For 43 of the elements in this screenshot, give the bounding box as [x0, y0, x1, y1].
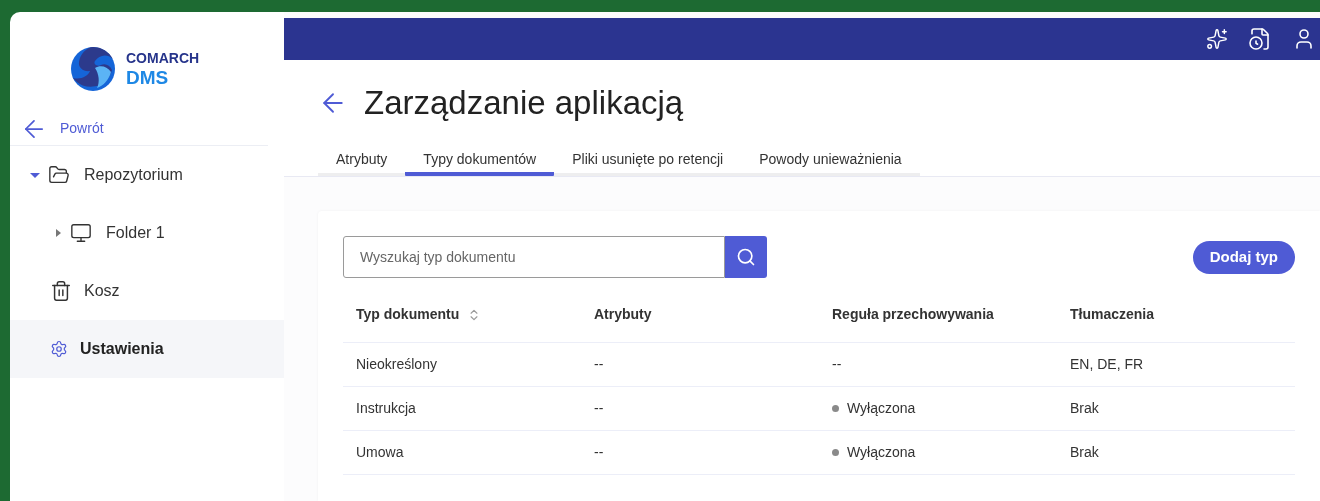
column-header[interactable]: Typ dokumentu — [356, 304, 460, 326]
add-type-button[interactable]: Dodaj typ — [1192, 240, 1295, 274]
trash-icon — [50, 280, 72, 302]
tab[interactable]: Pliki usunięte po retencji — [554, 146, 742, 176]
monitor-icon — [70, 222, 92, 244]
settings-icon — [50, 340, 68, 358]
sidebar-item[interactable]: Kosz — [10, 262, 284, 320]
logo-text: DMS — [126, 68, 170, 87]
page-title: Zarządzanie aplikacją — [364, 83, 684, 124]
sidebar-item-label: Kosz — [84, 281, 120, 301]
table-cell: -- — [594, 355, 604, 372]
table-cell: -- — [832, 355, 842, 372]
table-cell: Umowa — [356, 443, 404, 460]
logo-icon — [70, 46, 116, 92]
back-link[interactable]: Powrót — [60, 118, 104, 139]
table-cell: -- — [594, 399, 604, 416]
expand-caret-icon[interactable] — [30, 172, 40, 178]
tree-item[interactable]: Repozytorium — [84, 163, 183, 187]
column-header: Atrybuty — [594, 305, 652, 325]
sparkles-icon[interactable] — [1206, 28, 1228, 50]
search-button[interactable] — [725, 236, 767, 278]
sidebar-item-label: Ustawienia — [80, 339, 164, 359]
tab[interactable]: Typy dokumentów — [405, 146, 555, 176]
table-cell: Brak — [1070, 399, 1099, 416]
column-header: Reguła przechowywania — [832, 305, 994, 325]
sidebar-item[interactable]: Ustawienia — [10, 320, 284, 378]
search-icon — [736, 247, 756, 267]
tab[interactable]: Powody unieważnienia — [741, 146, 920, 176]
folder-icon — [48, 164, 70, 186]
table-cell: -- — [594, 443, 604, 460]
table-cell: Nieokreślony — [356, 355, 437, 372]
logo-text: COMARCH — [126, 51, 200, 65]
tree-item[interactable]: Folder 1 — [106, 221, 165, 245]
column-header: Tłumaczenia — [1070, 305, 1155, 325]
table-cell-text: Wyłączona — [847, 399, 916, 418]
table-cell: Instrukcja — [356, 399, 416, 416]
table-cell: EN, DE, FR — [1070, 355, 1144, 372]
table-cell: Brak — [1070, 443, 1099, 460]
tab[interactable]: Atrybuty — [318, 146, 406, 176]
search-field[interactable]: Wyszukaj typ dokumentu — [343, 236, 725, 278]
table-cell-text: Wyłączona — [847, 443, 916, 462]
expand-caret-icon[interactable] — [56, 229, 61, 237]
document-clock-icon[interactable] — [1248, 27, 1272, 51]
